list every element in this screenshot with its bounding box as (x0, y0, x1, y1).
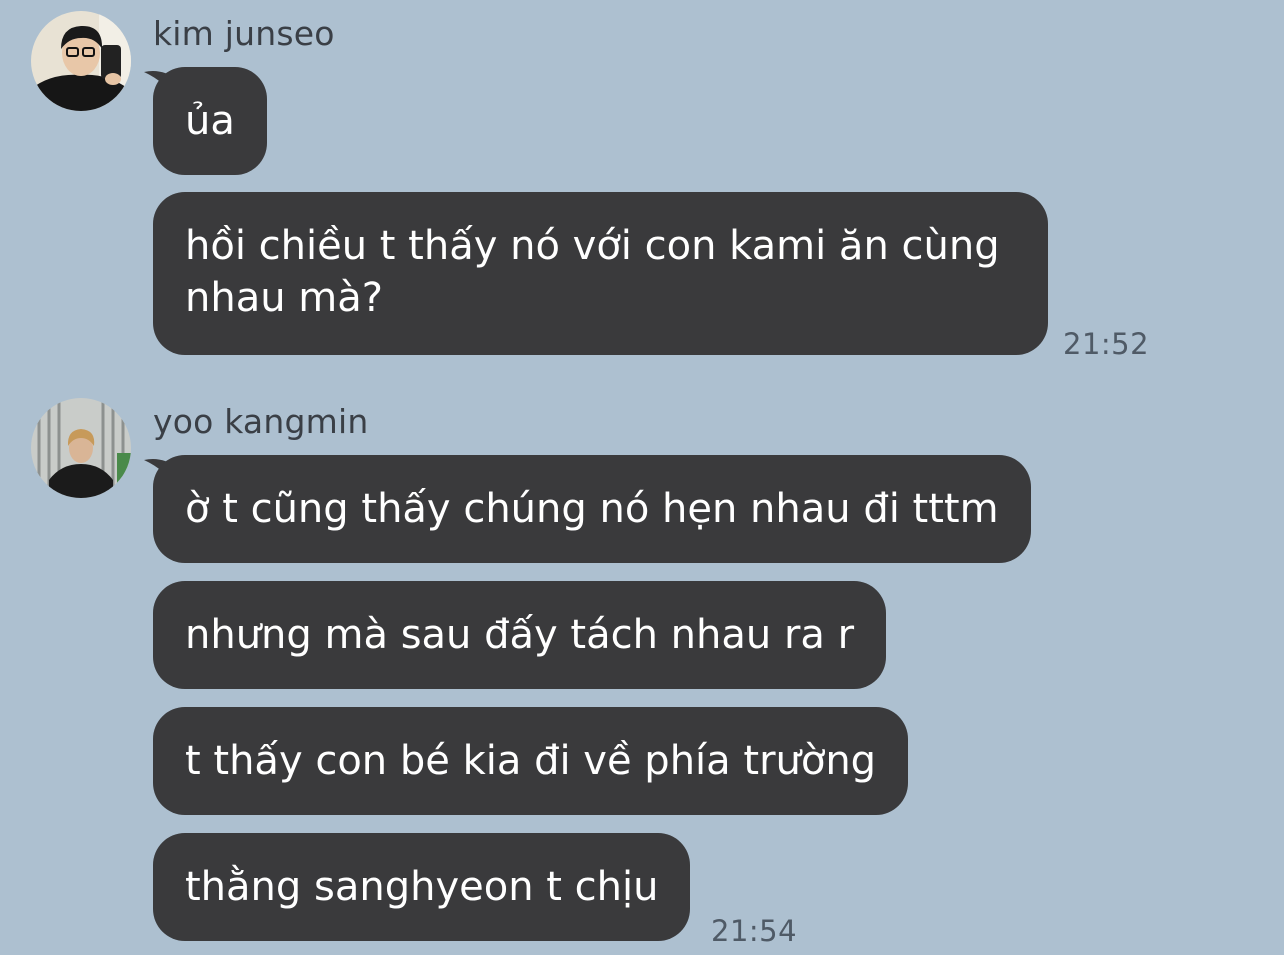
avatar-yoo-kangmin[interactable] (31, 398, 131, 498)
message-text: nhưng mà sau đấy tách nhau ra r (185, 612, 855, 658)
message-text: hồi chiều t thấy nó với con kami ăn cùng… (185, 223, 1000, 321)
message-bubble[interactable]: thằng sanghyeon t chịu (153, 833, 691, 941)
message-text: ờ t cũng thấy chúng nó hẹn nhau đi tttm (185, 486, 999, 532)
avatar-kim-junseo[interactable] (31, 11, 131, 111)
profile-photo-icon (31, 11, 131, 111)
profile-photo-icon (31, 398, 131, 498)
message-bubble[interactable]: ủa (153, 67, 267, 175)
timestamp: 21:52 (1063, 327, 1150, 361)
message-bubble[interactable]: nhưng mà sau đấy tách nhau ra r (153, 581, 887, 689)
message-text: ủa (185, 98, 235, 144)
timestamp: 21:54 (711, 914, 798, 948)
message-text: thằng sanghyeon t chịu (185, 864, 659, 910)
sender-name: kim junseo (153, 14, 335, 53)
message-bubble[interactable]: t thấy con bé kia đi về phía trường (153, 707, 909, 815)
message-bubble[interactable]: hồi chiều t thấy nó với con kami ăn cùng… (153, 192, 1048, 355)
message-bubble[interactable]: ờ t cũng thấy chúng nó hẹn nhau đi tttm (153, 455, 1031, 563)
sender-name: yoo kangmin (153, 402, 369, 441)
message-text: t thấy con bé kia đi về phía trường (185, 738, 877, 784)
